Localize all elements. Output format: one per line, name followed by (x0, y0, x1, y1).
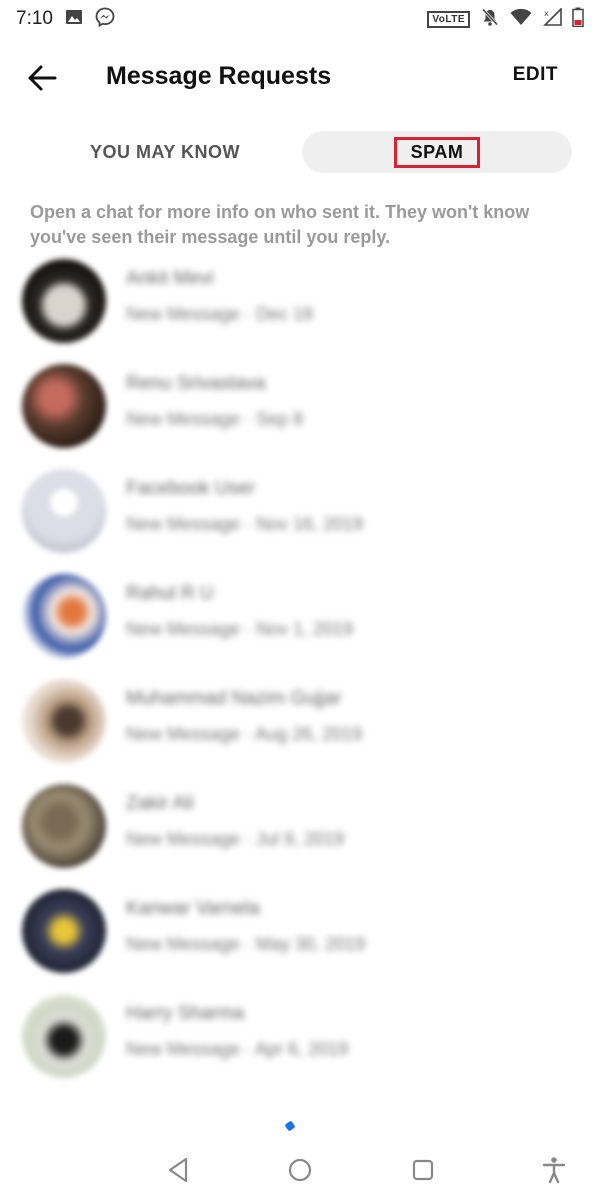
item-text: Rahul R U New Message · Nov 1, 2019 (126, 583, 353, 640)
tab-spam[interactable]: SPAM (302, 131, 572, 173)
item-text: Facebook User New Message · Nov 16, 2019 (126, 478, 363, 535)
nav-home-button[interactable] (282, 1152, 318, 1188)
tab-you-may-know-label: YOU MAY KNOW (89, 141, 241, 162)
tab-spam-label: SPAM (393, 136, 481, 168)
accessibility-icon (542, 1157, 566, 1184)
tab-you-may-know[interactable]: YOU MAY KNOW (30, 131, 300, 173)
item-name: Kanwar Varnela (126, 898, 260, 919)
list-item[interactable]: Ankit Mevi New Message · Dec 18 (0, 248, 600, 353)
system-nav-bar (0, 1140, 600, 1200)
svg-text:x: x (544, 9, 549, 18)
list-item[interactable]: Harry Sharma New Message · Apr 6, 2019 (0, 983, 600, 1088)
item-text: Muhammad Nazim Gujjar New Message · Aug … (126, 688, 362, 745)
item-name: Facebook User (126, 478, 255, 499)
square-recents-icon (412, 1159, 434, 1181)
accessibility-button[interactable] (536, 1152, 572, 1188)
request-list: Ankit Mevi New Message · Dec 18 Renu Sri… (0, 248, 600, 1088)
list-item[interactable]: Kanwar Varnela New Message · May 30, 201… (0, 878, 600, 983)
nav-recents-button[interactable] (405, 1152, 441, 1188)
item-subtitle: New Message · Dec 18 (126, 304, 314, 324)
avatar (22, 678, 106, 763)
page-title: Message Requests (106, 62, 332, 90)
avatar (22, 258, 106, 343)
list-item[interactable]: Zakir Ali New Message · Jul 9, 2019 (0, 773, 600, 878)
app-header: Message Requests EDIT (0, 50, 600, 106)
item-text: Zakir Ali New Message · Jul 9, 2019 (126, 793, 344, 850)
item-name: Renu Srivastava (126, 373, 266, 394)
avatar (22, 573, 106, 658)
scroll-indicator (284, 1120, 296, 1132)
info-text: Open a chat for more info on who sent it… (30, 202, 530, 247)
avatar (22, 468, 106, 553)
status-bar: 7:10 VoLTE x (0, 0, 600, 38)
avatar (22, 888, 106, 973)
list-item[interactable]: Muhammad Nazim Gujjar New Message · Aug … (0, 668, 600, 773)
item-name: Ankit Mevi (126, 268, 214, 289)
item-name: Harry Sharma (126, 1003, 245, 1024)
item-text: Harry Sharma New Message · Apr 6, 2019 (126, 1003, 348, 1060)
status-left: 7:10 (16, 7, 115, 32)
item-subtitle: New Message · Nov 16, 2019 (126, 514, 364, 534)
item-subtitle: New Message · Aug 26, 2019 (126, 724, 363, 744)
volte-icon: VoLTE (427, 10, 470, 28)
item-subtitle: New Message · Nov 1, 2019 (126, 619, 354, 639)
image-icon (65, 8, 83, 31)
item-name: Muhammad Nazim Gujjar (126, 688, 342, 709)
item-text: Kanwar Varnela New Message · May 30, 201… (126, 898, 365, 955)
item-text: Renu Srivastava New Message · Sep 8 (126, 373, 303, 430)
item-text: Ankit Mevi New Message · Dec 18 (126, 268, 313, 325)
item-subtitle: New Message · Sep 8 (126, 409, 304, 429)
request-tabs: YOU MAY KNOW SPAM (30, 131, 572, 173)
circle-home-icon (288, 1158, 312, 1182)
signal-icon: x (542, 6, 562, 31)
back-button[interactable] (22, 60, 62, 96)
messenger-icon (95, 7, 115, 32)
nav-back-button[interactable] (160, 1152, 196, 1188)
triangle-back-icon (168, 1157, 188, 1183)
item-name: Zakir Ali (126, 793, 194, 814)
list-item[interactable]: Renu Srivastava New Message · Sep 8 (0, 353, 600, 458)
status-right: VoLTE x (427, 6, 584, 32)
wifi-icon (510, 8, 532, 31)
arrow-left-icon (28, 65, 57, 91)
battery-icon (572, 7, 584, 32)
edit-button[interactable]: EDIT (513, 64, 558, 86)
list-item[interactable]: Facebook User New Message · Nov 16, 2019 (0, 458, 600, 563)
avatar (22, 783, 106, 868)
item-name: Rahul R U (126, 583, 214, 604)
mute-icon (480, 7, 500, 32)
list-item[interactable]: Rahul R U New Message · Nov 1, 2019 (0, 563, 600, 668)
item-subtitle: New Message · Apr 6, 2019 (126, 1039, 349, 1059)
item-subtitle: New Message · May 30, 2019 (126, 934, 366, 954)
item-subtitle: New Message · Jul 9, 2019 (126, 829, 345, 849)
avatar (22, 993, 106, 1078)
status-time: 7:10 (16, 8, 53, 29)
avatar (22, 363, 106, 448)
